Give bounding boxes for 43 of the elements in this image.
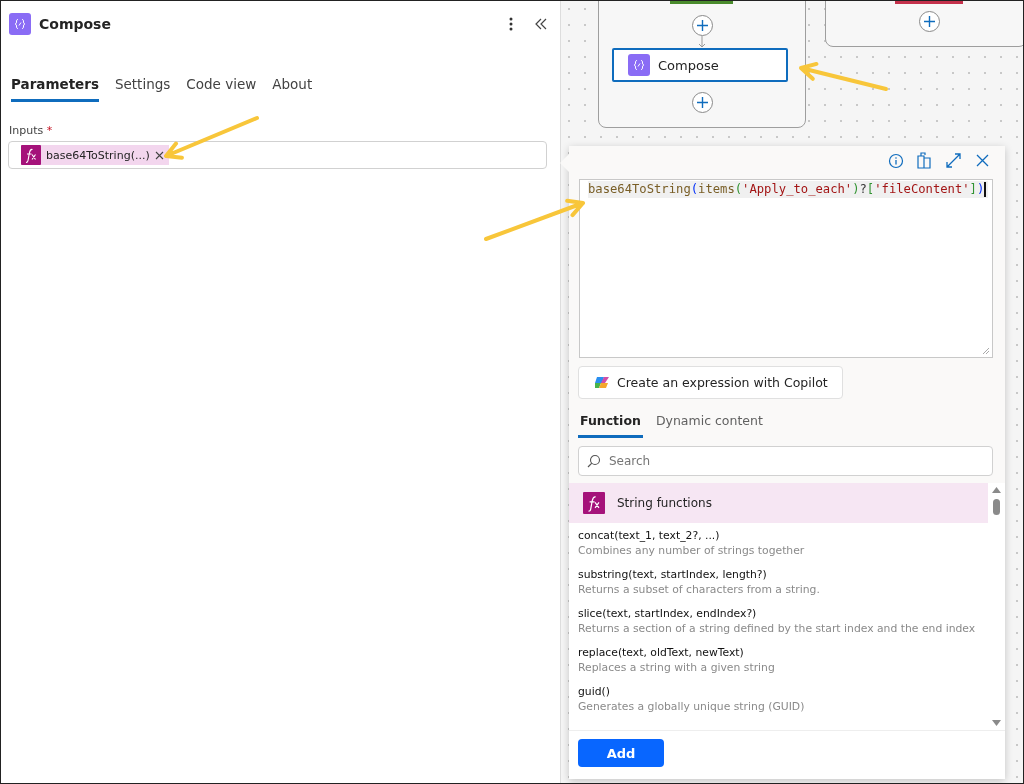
info-icon[interactable] [887, 152, 904, 169]
function-icon [583, 492, 605, 514]
compose-icon [628, 54, 650, 76]
expression-token[interactable]: base64ToString(...) [21, 145, 169, 165]
expand-icon[interactable] [945, 152, 962, 169]
tab[interactable]: Dynamic content [653, 411, 774, 438]
compose-icon [9, 13, 31, 35]
expression-editor[interactable]: base64ToString(items('Apply_to_each')?['fileContent']) [579, 179, 993, 358]
tab[interactable]: Settings [106, 73, 179, 102]
scrollbar[interactable] [988, 483, 1005, 730]
inputs-label: Inputs * [9, 124, 54, 137]
add-button[interactable]: Add [578, 739, 664, 767]
function-description: Replaces a string with a given string [578, 660, 776, 675]
scroll-up-icon[interactable] [992, 487, 1001, 493]
action-node[interactable] [895, 1, 963, 4]
function-icon [21, 145, 41, 165]
function-signature[interactable]: replace(text, oldText, newText) [578, 646, 988, 660]
scrollbar-thumb[interactable] [993, 499, 1000, 515]
function-description: Generates a globally unique string (GUID) [578, 699, 806, 714]
panel-title: Compose [39, 16, 112, 32]
function-description: Returns a subset of characters from a string. [578, 582, 821, 597]
tab[interactable]: About [264, 73, 321, 102]
action-node[interactable] [670, 1, 733, 4]
close-icon[interactable] [974, 152, 991, 169]
node-title: Compose [658, 57, 719, 73]
connector-arrow [698, 36, 706, 48]
compose-node[interactable]: Compose [612, 48, 788, 82]
function-description: Returns a section of a string defined by the start index and the end index [578, 621, 977, 636]
clipboard-icon[interactable] [916, 152, 933, 169]
inputs-field[interactable]: base64ToString(...) [8, 141, 547, 169]
function-description: Combines any number of strings together [578, 543, 806, 558]
copilot-button[interactable]: Create an expression with Copilot [578, 366, 843, 399]
resize-grip-icon [982, 347, 990, 355]
scroll-down-icon[interactable] [992, 720, 1001, 726]
function-signature[interactable]: substring(text, startIndex, length?) [578, 568, 988, 582]
function-signature[interactable]: concat(text_1, text_2?, ...) [578, 529, 988, 543]
search-field[interactable]: Search [578, 446, 993, 476]
copilot-icon [594, 374, 611, 391]
function-group-header[interactable]: String functions [569, 483, 988, 523]
remove-icon[interactable] [154, 150, 164, 160]
tab[interactable]: Code view [178, 73, 265, 102]
function-signature[interactable]: slice(text, startIndex, endIndex?) [578, 607, 988, 621]
function-signature[interactable]: guid() [578, 685, 988, 699]
